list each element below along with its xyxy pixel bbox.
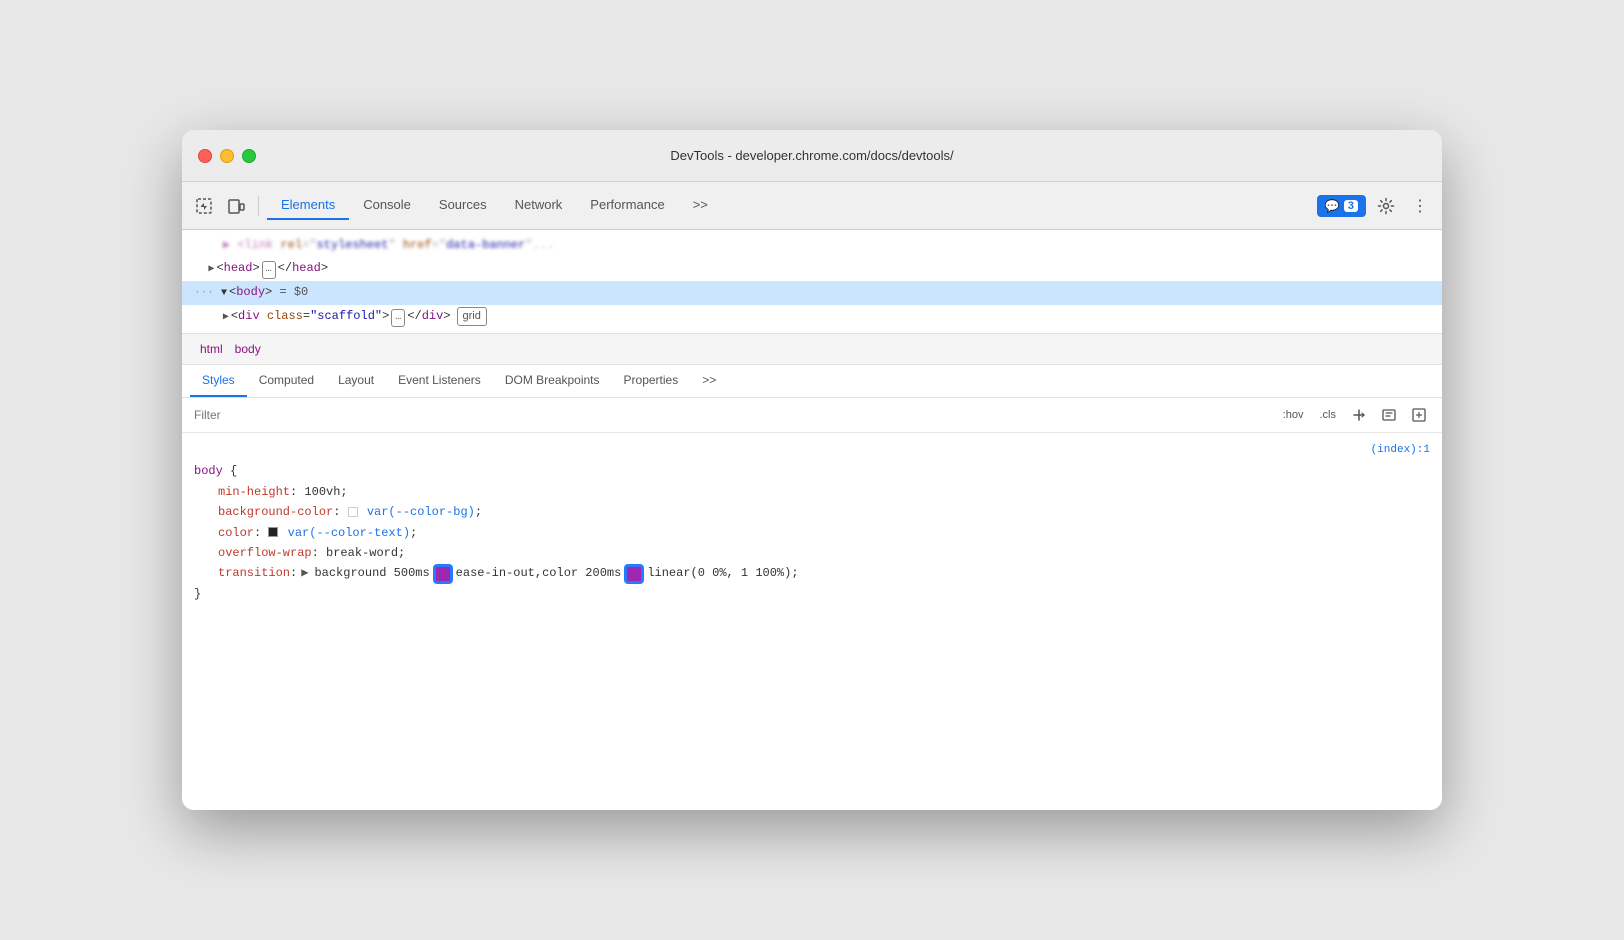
rule-source[interactable]: (index):1 bbox=[194, 441, 1430, 460]
style-tab-layout[interactable]: Layout bbox=[326, 365, 386, 397]
prop-value-transition-2: ease-in-out,color 200ms bbox=[456, 563, 622, 583]
style-tab-computed[interactable]: Computed bbox=[247, 365, 326, 397]
style-tab-event-listeners[interactable]: Event Listeners bbox=[386, 365, 493, 397]
css-rules: (index):1 body { min-height: 100vh; back… bbox=[182, 433, 1442, 612]
minimize-button[interactable] bbox=[220, 149, 234, 163]
breadcrumb: html body bbox=[182, 334, 1442, 365]
element-style-icon[interactable] bbox=[1378, 404, 1400, 426]
close-button[interactable] bbox=[198, 149, 212, 163]
tree-line-div[interactable]: ▶<div class="scaffold">…</div>grid bbox=[182, 305, 1442, 329]
toolbar-right: 💬 3 ⋮ bbox=[1317, 192, 1434, 220]
window-title: DevTools - developer.chrome.com/docs/dev… bbox=[670, 148, 953, 163]
tab-more[interactable]: >> bbox=[679, 191, 722, 220]
prop-value-transition-1: background 500ms bbox=[314, 563, 429, 583]
transition-color-chip-2[interactable] bbox=[624, 564, 644, 584]
hov-button[interactable]: :hov bbox=[1279, 407, 1308, 423]
device-toggle-icon[interactable] bbox=[222, 192, 250, 220]
tab-network[interactable]: Network bbox=[501, 191, 577, 220]
prop-name-color: color bbox=[218, 526, 254, 540]
style-tab-more[interactable]: >> bbox=[690, 365, 728, 397]
style-tab-dom-breakpoints[interactable]: DOM Breakpoints bbox=[493, 365, 612, 397]
transition-arrow[interactable]: ▶ bbox=[301, 563, 308, 583]
rule-selector-line: body { bbox=[194, 461, 1430, 481]
titlebar: DevTools - developer.chrome.com/docs/dev… bbox=[182, 130, 1442, 182]
css-property-min-height: min-height: 100vh; bbox=[194, 482, 1430, 502]
cls-button[interactable]: .cls bbox=[1316, 407, 1341, 423]
prop-name-overflow-wrap: overflow-wrap bbox=[218, 546, 312, 560]
devtools-window: DevTools - developer.chrome.com/docs/dev… bbox=[182, 130, 1442, 810]
devtools-toolbar: Elements Console Sources Network Perform… bbox=[182, 182, 1442, 230]
rule-open-brace: { bbox=[230, 464, 237, 478]
add-style-icon[interactable] bbox=[1348, 404, 1370, 426]
settings-icon[interactable] bbox=[1372, 192, 1400, 220]
html-tree: ▶ <link rel="stylesheet" href="data-bann… bbox=[182, 230, 1442, 334]
css-property-transition: transition: ▶ background 500ms ease-in-o… bbox=[194, 563, 1430, 583]
rule-selector: body bbox=[194, 464, 223, 478]
tab-performance[interactable]: Performance bbox=[576, 191, 678, 220]
prop-name-min-height: min-height bbox=[218, 485, 290, 499]
feedback-button[interactable]: 💬 3 bbox=[1317, 195, 1366, 217]
tab-console[interactable]: Console bbox=[349, 191, 425, 220]
tree-line-body[interactable]: ··· ▼<body> = $0 bbox=[182, 281, 1442, 305]
styles-tabs: Styles Computed Layout Event Listeners D… bbox=[182, 365, 1442, 398]
feedback-badge: 3 bbox=[1344, 200, 1358, 212]
feedback-icon: 💬 bbox=[1325, 199, 1340, 213]
toolbar-separator-1 bbox=[258, 196, 259, 216]
css-property-background-color: background-color: var(--color-bg); bbox=[194, 502, 1430, 522]
prop-name-bg-color: background-color bbox=[218, 505, 333, 519]
prop-value-overflow-wrap: break-word; bbox=[326, 546, 405, 560]
more-options-icon[interactable]: ⋮ bbox=[1406, 192, 1434, 220]
prop-value-bg-color[interactable]: var(--color-bg) bbox=[367, 505, 475, 519]
tab-elements[interactable]: Elements bbox=[267, 191, 349, 220]
rule-close-brace: } bbox=[194, 584, 1430, 604]
tab-navigation: Elements Console Sources Network Perform… bbox=[267, 191, 1313, 220]
inspect-icon[interactable] bbox=[190, 192, 218, 220]
prop-value-min-height: 100vh; bbox=[304, 485, 347, 499]
traffic-lights bbox=[198, 149, 256, 163]
breadcrumb-html[interactable]: html bbox=[194, 340, 229, 358]
filter-input[interactable] bbox=[194, 408, 1271, 422]
panel-body: ▶ <link rel="stylesheet" href="data-bann… bbox=[182, 230, 1442, 810]
bg-color-swatch[interactable] bbox=[348, 507, 358, 517]
color-swatch[interactable] bbox=[268, 527, 278, 537]
css-property-overflow-wrap: overflow-wrap: break-word; bbox=[194, 543, 1430, 563]
breadcrumb-body[interactable]: body bbox=[229, 340, 267, 358]
prop-name-transition: transition bbox=[218, 563, 290, 583]
styles-panel: Styles Computed Layout Event Listeners D… bbox=[182, 365, 1442, 612]
tab-sources[interactable]: Sources bbox=[425, 191, 501, 220]
style-tab-properties[interactable]: Properties bbox=[612, 365, 691, 397]
prop-value-color[interactable]: var(--color-text) bbox=[288, 526, 410, 540]
css-property-color: color: var(--color-text); bbox=[194, 523, 1430, 543]
maximize-button[interactable] bbox=[242, 149, 256, 163]
color-picker-icon[interactable] bbox=[1408, 404, 1430, 426]
tree-line-blurred: ▶ <link rel="stylesheet" href="data-bann… bbox=[182, 234, 1442, 257]
filter-actions: :hov .cls bbox=[1279, 404, 1430, 426]
transition-color-chip-1[interactable] bbox=[433, 564, 453, 584]
prop-value-transition-3: linear(0 0%, 1 100%); bbox=[647, 563, 798, 583]
tree-line-head: ▶<head>…</head> bbox=[182, 257, 1442, 281]
filter-bar: :hov .cls bbox=[182, 398, 1442, 433]
style-tab-styles[interactable]: Styles bbox=[190, 365, 247, 397]
